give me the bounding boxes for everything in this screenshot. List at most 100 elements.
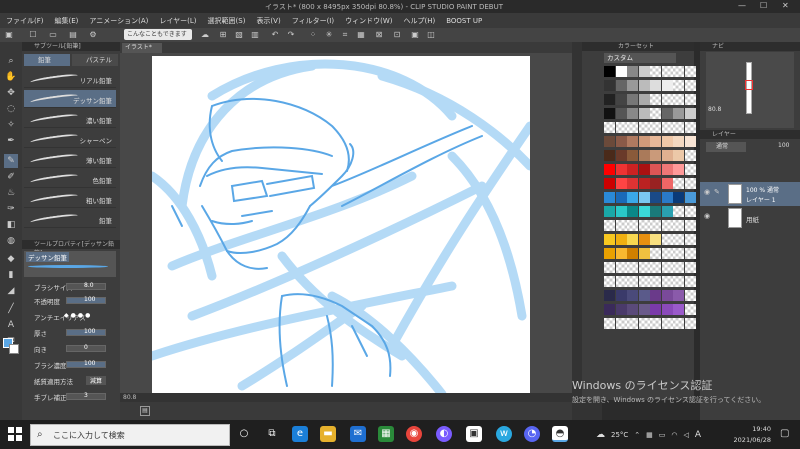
- color-swatch[interactable]: [684, 206, 696, 217]
- color-swatch[interactable]: [673, 262, 684, 273]
- color-swatch[interactable]: [684, 192, 696, 203]
- prop-brush-size[interactable]: ブラシサイズ 8.0: [26, 280, 118, 292]
- color-swatch[interactable]: [627, 206, 638, 217]
- cortana-icon[interactable]: ○: [236, 426, 252, 442]
- color-swatch[interactable]: [627, 136, 638, 147]
- layer-row[interactable]: ◉ ✎ 100 % 通常 レイヤー 1: [700, 182, 800, 206]
- colorset-dropdown[interactable]: カスタム: [604, 53, 676, 63]
- color-swatch[interactable]: [684, 122, 696, 133]
- brush-mechanical-pencil[interactable]: シャーペン: [24, 130, 116, 148]
- color-swatch[interactable]: [673, 276, 684, 287]
- color-swatch[interactable]: [650, 318, 661, 329]
- color-swatch[interactable]: [650, 262, 661, 273]
- canvas-tab[interactable]: イラスト*: [122, 43, 162, 53]
- brush-real-pencil[interactable]: リアル鉛筆: [24, 70, 116, 88]
- notification-icon[interactable]: ▢: [780, 428, 789, 439]
- perspective-icon[interactable]: ◫: [426, 30, 436, 40]
- color-swatch[interactable]: [673, 80, 684, 91]
- color-swatch[interactable]: [650, 220, 661, 231]
- color-swatch[interactable]: [673, 318, 684, 329]
- prop-value[interactable]: 減算: [86, 376, 107, 385]
- color-swatch[interactable]: [615, 150, 627, 161]
- color-swatch[interactable]: [627, 66, 638, 77]
- prop-opacity[interactable]: 不透明度 100: [26, 294, 118, 306]
- color-swatch[interactable]: [638, 192, 650, 203]
- select-icon[interactable]: ⁘: [308, 30, 318, 40]
- color-swatch[interactable]: [684, 248, 696, 259]
- zoom-icon[interactable]: ⌕: [4, 54, 18, 68]
- menu-animation[interactable]: アニメーション(A): [89, 16, 148, 26]
- color-swatch[interactable]: [604, 290, 615, 301]
- eye-icon[interactable]: ◉: [704, 212, 710, 220]
- canvas-paper[interactable]: [152, 56, 530, 394]
- color-swatch[interactable]: [615, 122, 627, 133]
- crop-icon[interactable]: ⌗: [340, 30, 350, 40]
- color-swatch[interactable]: [627, 122, 638, 133]
- color-swatch[interactable]: [627, 164, 638, 175]
- color-swatch[interactable]: [650, 290, 661, 301]
- color-swatch[interactable]: [650, 122, 661, 133]
- color-swatch[interactable]: [650, 276, 661, 287]
- layer-row[interactable]: ◉ 用紙: [700, 206, 800, 230]
- color-swatch[interactable]: [673, 304, 684, 315]
- color-swatch[interactable]: [638, 108, 650, 119]
- color-swatch[interactable]: [684, 290, 696, 301]
- color-swatch[interactable]: [604, 192, 615, 203]
- tab-pencil[interactable]: 鉛筆: [24, 54, 70, 66]
- color-swatch[interactable]: [661, 108, 673, 119]
- hand-icon[interactable]: ✋: [4, 70, 18, 84]
- color-swatch[interactable]: [627, 94, 638, 105]
- ime-indicator[interactable]: A: [695, 430, 701, 440]
- clock[interactable]: 19:40 2021/06/28: [731, 424, 771, 446]
- color-swatch[interactable]: [661, 164, 673, 175]
- menu-help[interactable]: ヘルプ(H): [403, 16, 435, 26]
- navigator-zoom[interactable]: 80.8: [708, 106, 721, 113]
- app-w-icon[interactable]: w: [496, 426, 512, 442]
- explorer-icon[interactable]: ▬: [320, 426, 336, 442]
- color-swatch[interactable]: [604, 276, 615, 287]
- close-icon[interactable]: ✕: [782, 1, 789, 10]
- transform-icon[interactable]: ✳: [324, 30, 334, 40]
- brush-rough-pencil[interactable]: 粗い鉛筆: [24, 190, 116, 208]
- color-swatch[interactable]: [650, 192, 661, 203]
- blend-mode-select[interactable]: 通常: [706, 142, 746, 152]
- color-swatch[interactable]: [661, 192, 673, 203]
- taskbar-search[interactable]: ⌕ ここに入力して検索: [30, 424, 230, 446]
- color-swatch[interactable]: [604, 248, 615, 259]
- color-swatch[interactable]: [638, 262, 650, 273]
- wand-icon[interactable]: ✧: [4, 118, 18, 132]
- color-swatch[interactable]: [684, 108, 696, 119]
- wifi-icon[interactable]: ◠: [671, 431, 677, 439]
- brush-pencil[interactable]: 鉛筆: [24, 210, 116, 228]
- network-icon[interactable]: ▦: [646, 431, 653, 439]
- color-swatch[interactable]: [650, 304, 661, 315]
- color-swatch[interactable]: [604, 136, 615, 147]
- color-swatch[interactable]: [684, 150, 696, 161]
- fill-icon[interactable]: ▧: [234, 30, 244, 40]
- color-swatch[interactable]: [615, 94, 627, 105]
- color-swatch[interactable]: [615, 276, 627, 287]
- color-swatch[interactable]: [638, 290, 650, 301]
- color-swatch[interactable]: [684, 178, 696, 189]
- color-swatch[interactable]: [638, 136, 650, 147]
- color-swatch[interactable]: [650, 248, 661, 259]
- color-swatch[interactable]: [627, 150, 638, 161]
- task-view-icon[interactable]: ⧉: [264, 426, 280, 442]
- color-swatch[interactable]: [661, 318, 673, 329]
- color-swatch[interactable]: [684, 234, 696, 245]
- color-swatch[interactable]: [604, 304, 615, 315]
- color-swatch[interactable]: [615, 248, 627, 259]
- prop-thickness[interactable]: 厚さ 100: [26, 326, 118, 338]
- color-swatch[interactable]: [627, 304, 638, 315]
- eyedropper-icon[interactable]: ✒: [4, 134, 18, 148]
- pen-lock-icon[interactable]: ✎: [714, 188, 720, 196]
- navigator-preview[interactable]: 80.8: [706, 52, 794, 128]
- color-swatch[interactable]: [627, 178, 638, 189]
- figure-icon[interactable]: ◢: [4, 284, 18, 298]
- color-swatch[interactable]: [604, 234, 615, 245]
- color-swatch[interactable]: [684, 94, 696, 105]
- color-swatch[interactable]: [661, 136, 673, 147]
- text-icon[interactable]: A: [4, 318, 18, 332]
- battery-icon[interactable]: ▭: [659, 431, 666, 439]
- open-file-icon[interactable]: ▭: [48, 30, 58, 40]
